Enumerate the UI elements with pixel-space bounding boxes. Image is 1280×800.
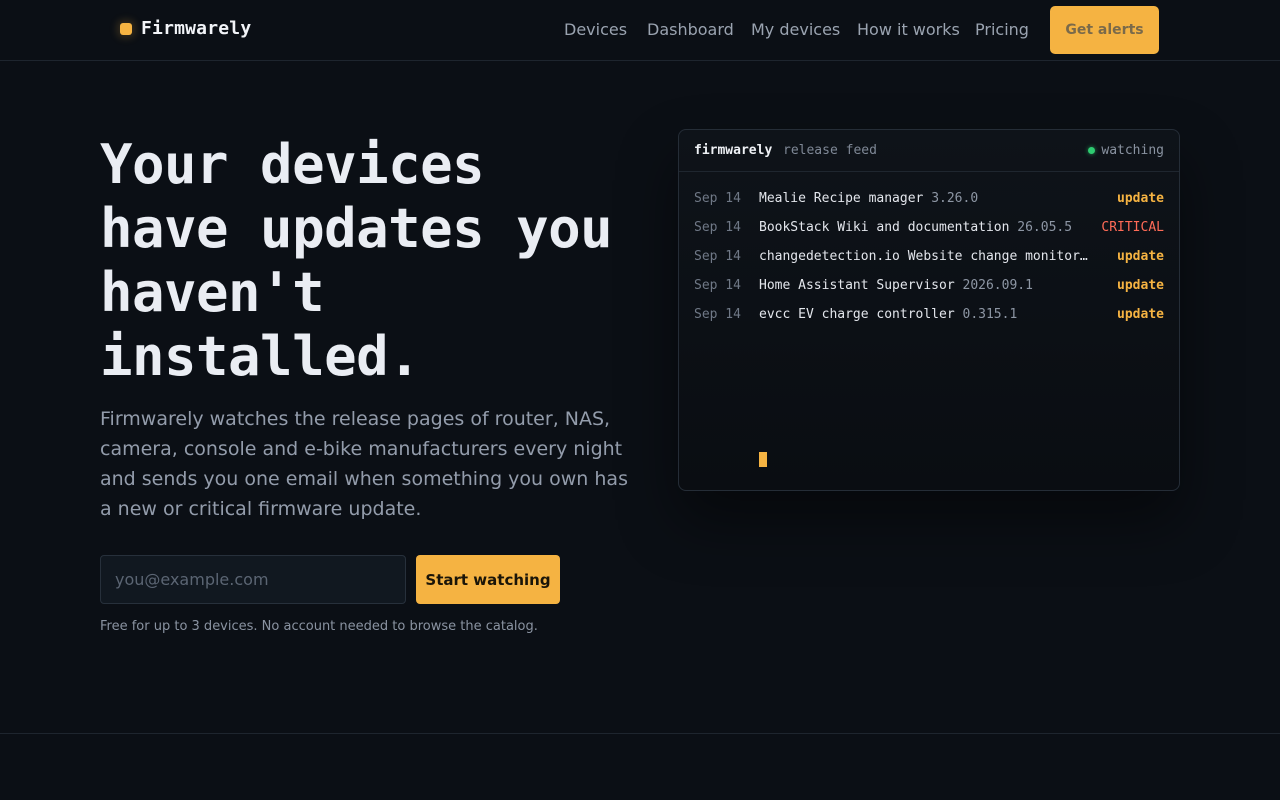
feed-row-date: Sep 14 [694,307,741,322]
hero-title-line: haven't [100,261,325,324]
hero-subtitle: Firmwarely watches the release pages of … [100,408,628,520]
nav-link-my-devices[interactable]: My devices [751,20,840,42]
feed-row[interactable]: Sep 14 Home Assistant Supervisor 2026.09… [694,276,1164,296]
email-input[interactable] [100,555,406,604]
get-alerts-button[interactable]: Get alerts [1050,6,1159,54]
hero-title-line: installed. [100,325,421,388]
brand-logo[interactable]: Firmwarely [116,18,251,39]
terminal-cursor [759,452,767,467]
feed-row-date: Sep 14 [694,191,741,206]
feed-row-version: 3.26.0 [931,191,979,206]
feed-row-name: changedetection.io Website change monito… [759,249,1088,264]
feed-row[interactable]: Sep 14 evcc EV charge controller 0.315.1… [694,305,1164,325]
feed-row-date: Sep 14 [694,249,741,264]
feed-row-name: evcc EV charge controller [759,307,955,322]
feed-row[interactable]: Sep 14 changedetection.io Website change… [694,247,1164,267]
nav-link-devices[interactable]: Devices [564,20,627,42]
feed-row-tag: update [1117,307,1164,322]
feed-row-date: Sep 14 [694,220,741,235]
brand-name: Firmwarely [141,18,252,39]
feed-label: release feed [783,143,877,158]
feed-row-version: 2026.09.1 [962,278,1033,293]
nav-link-dashboard[interactable]: Dashboard [647,20,734,42]
status-dot-icon [1088,147,1096,154]
section-divider [0,733,1280,734]
feed-header: firmwarely release feed watching [679,130,1179,172]
feed-app-name: firmwarely [694,143,773,158]
feed-row-version: 0.315.1 [962,307,1018,322]
top-navigation-bar: Firmwarely Devices Dashboard My devices … [0,0,1280,61]
feed-row-tag: update [1117,278,1164,293]
hero-title: Your devices have updates you haven't in… [100,133,660,389]
brand-square-icon [120,22,132,35]
hero-title-line: have updates you [100,197,613,260]
feed-row-tag: CRITICAL [1101,220,1164,235]
feed-row-tag: update [1117,249,1164,264]
feed-row-date: Sep 14 [694,278,741,293]
nav-link-how-it-works[interactable]: How it works [857,20,960,42]
nav-link-pricing[interactable]: Pricing [975,20,1029,42]
feed-row-version: 26.05.5 [1017,220,1073,235]
feed-row[interactable]: Sep 14 Mealie Recipe manager 3.26.0 upda… [694,189,1164,209]
feed-status: watching [1088,143,1164,158]
feed-row-name: Mealie Recipe manager [759,191,924,206]
hero-title-line: Your devices [100,133,485,196]
pricing-fine-print: Free for up to 3 devices. No account nee… [100,619,538,634]
release-feed-panel: firmwarely release feed watching Sep 14 … [678,129,1180,491]
feed-row-name: Home Assistant Supervisor [759,278,955,293]
feed-row-name: BookStack Wiki and documentation [759,220,1010,235]
start-watching-button[interactable]: Start watching [416,555,560,604]
feed-row[interactable]: Sep 14 BookStack Wiki and documentation … [694,218,1164,238]
feed-row-tag: update [1117,191,1164,206]
feed-status-label: watching [1101,143,1164,158]
